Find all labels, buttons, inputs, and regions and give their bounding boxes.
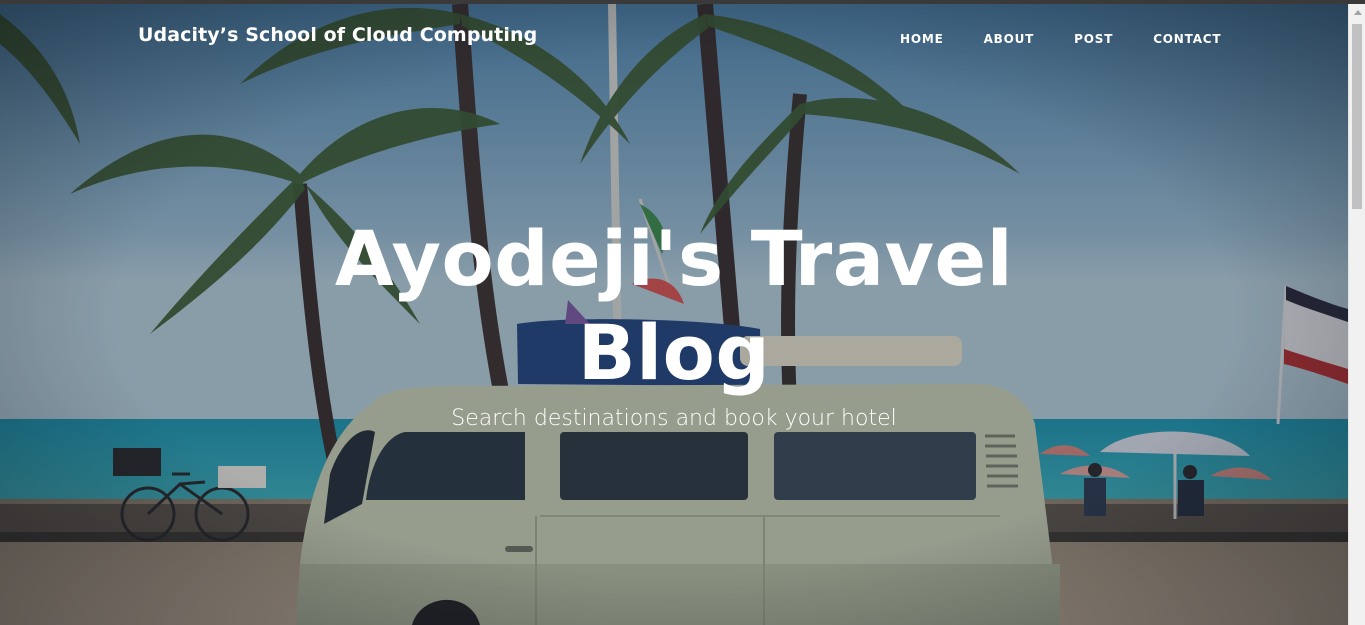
main-nav: HOME ABOUT POST CONTACT [880, 32, 1241, 46]
scroll-up-arrow-icon[interactable] [1349, 4, 1365, 21]
vertical-scrollbar[interactable] [1348, 4, 1365, 625]
page-subtitle: Search destinations and book your hotel [451, 406, 897, 431]
nav-link-post[interactable]: POST [1054, 32, 1133, 46]
hero-header: Udacity’s School of Cloud Computing HOME… [0, 4, 1348, 625]
site-heading: Ayodeji's Travel Blog Search destination… [0, 212, 1348, 431]
nav-link-contact[interactable]: CONTACT [1133, 32, 1241, 46]
nav-link-home[interactable]: HOME [880, 32, 964, 46]
page-title: Ayodeji's Travel Blog [334, 214, 1014, 397]
window-top-edge [0, 0, 1365, 4]
nav-link-about[interactable]: ABOUT [964, 32, 1055, 46]
site-brand-link[interactable]: Udacity’s School of Cloud Computing [138, 24, 537, 46]
browser-viewport: Udacity’s School of Cloud Computing HOME… [0, 0, 1365, 625]
scrollbar-thumb[interactable] [1352, 24, 1362, 209]
